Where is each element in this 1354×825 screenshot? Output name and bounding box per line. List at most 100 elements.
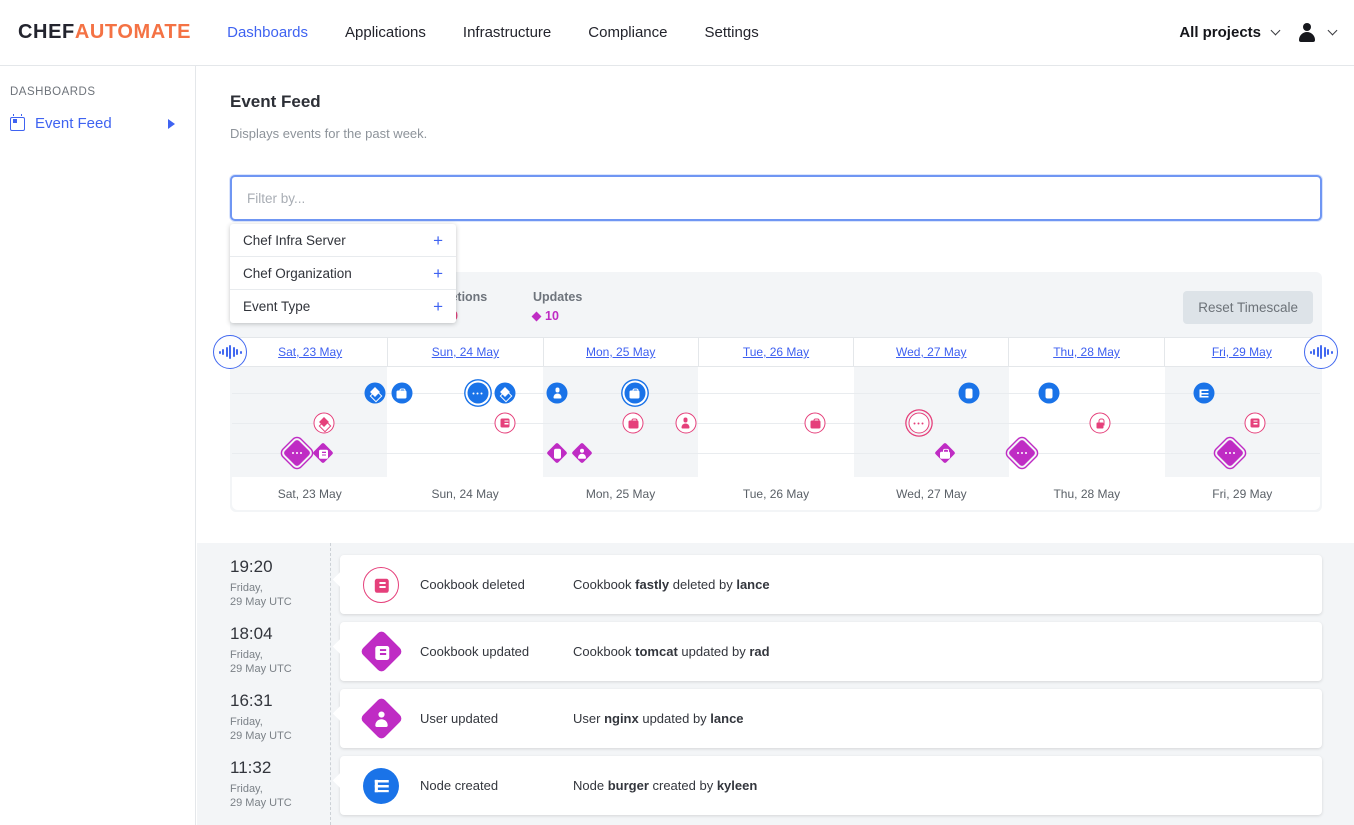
event-card[interactable]: Cookbook updated Cookbook tomcat updated… [340,622,1322,681]
update-event-marker[interactable] [547,442,568,463]
filter-input[interactable] [230,175,1322,221]
day-header-mon[interactable]: Mon, 25 May [543,337,699,367]
delete-event-marker[interactable] [314,413,335,434]
day-footer-thu: Thu, 28 May [1009,477,1164,510]
event-timestamp: 11:32 Friday,29 May UTC [197,756,340,815]
nav-item-dashboards[interactable]: Dashboards [227,24,308,41]
nav-item-settings[interactable]: Settings [705,24,759,41]
chevron-down-icon[interactable] [1328,26,1338,36]
update-event-icon [360,697,404,741]
event-card[interactable]: Cookbook deleted Cookbook fastly deleted… [340,555,1322,614]
day-header-tue[interactable]: Tue, 26 May [698,337,854,367]
delete-event-marker[interactable] [1244,413,1265,434]
chef-automate-logo[interactable]: CHEFAUTOMATE [18,21,191,44]
briefcase-icon [627,417,639,429]
updates-diamond-icon [532,311,542,321]
book-icon [375,579,387,591]
create-event-marker[interactable] [391,383,412,404]
update-event-marker[interactable] [1008,439,1036,467]
day-footer-mon: Mon, 25 May [543,477,698,510]
nav-item-compliance[interactable]: Compliance [588,24,667,41]
person-icon [576,447,588,459]
timescale-handle-left[interactable] [213,335,247,369]
layers-icon [499,387,511,399]
day-header-sun[interactable]: Sun, 24 May [387,337,543,367]
delete-event-marker[interactable] [805,413,826,434]
delete-event-marker[interactable] [495,413,516,434]
day-footer-wed: Wed, 27 May [854,477,1009,510]
plus-icon[interactable]: + [433,265,443,282]
projects-dropdown[interactable]: All projects [1179,24,1261,41]
reset-timescale-button[interactable]: Reset Timescale [1183,291,1313,324]
file-icon [963,387,975,399]
update-event-marker[interactable] [934,442,955,463]
update-event-marker[interactable] [283,439,311,467]
event-row: 18:04 Friday,29 May UTC Cookbook updated… [197,622,1354,681]
briefcase-icon [809,417,821,429]
plus-icon[interactable]: + [433,298,443,315]
book-icon [499,417,511,429]
create-event-marker[interactable] [958,383,979,404]
page-subtitle: Displays events for the past week. [230,126,427,141]
event-card[interactable]: User updated User nginx updated by lance [340,689,1322,748]
event-type-label: Cookbook updated [420,644,529,659]
create-event-marker[interactable] [1039,383,1060,404]
menu-item-event-type[interactable]: Event Type + [230,290,456,323]
list-icon [375,780,387,792]
timeline-day-header: Sat, 23 May Sun, 24 May Mon, 25 May Tue,… [232,337,1320,367]
delete-event-marker[interactable] [623,413,644,434]
stat-updates-label: Updates [533,290,582,304]
day-header-thu[interactable]: Thu, 28 May [1008,337,1164,367]
create-event-marker[interactable] [624,383,645,404]
menu-item-chef-infra-server[interactable]: Chef Infra Server + [230,224,456,257]
briefcase-icon [939,447,951,459]
day-header-sat[interactable]: Sat, 23 May [232,337,388,367]
event-type-label: Node created [420,778,498,793]
plus-icon[interactable]: + [433,232,443,249]
ellipsis-icon [1016,447,1028,459]
create-event-marker[interactable] [364,383,385,404]
day-header-fri[interactable]: Fri, 29 May [1164,337,1320,367]
person-icon [680,417,692,429]
event-row: 16:31 Friday,29 May UTC User updated Use… [197,689,1354,748]
create-event-marker[interactable] [1193,383,1214,404]
event-timestamp: 19:20 Friday,29 May UTC [197,555,340,614]
sidebar: DASHBOARDS Event Feed [0,66,196,825]
briefcase-icon [629,387,641,399]
sidebar-item-event-feed[interactable]: Event Feed [10,115,185,132]
event-description: Cookbook tomcat updated by rad [573,644,770,659]
nav-item-infrastructure[interactable]: Infrastructure [463,24,551,41]
ellipsis-icon [913,417,925,429]
day-footer-sun: Sun, 24 May [387,477,542,510]
update-event-marker[interactable] [1216,439,1244,467]
timeline-day-footer: Sat, 23 May Sun, 24 May Mon, 25 May Tue,… [232,477,1320,510]
create-event-marker[interactable] [547,383,568,404]
delete-event-marker[interactable] [1090,413,1111,434]
user-avatar-icon[interactable] [1296,23,1318,42]
event-timestamp: 18:04 Friday,29 May UTC [197,622,340,681]
event-timestamp: 16:31 Friday,29 May UTC [197,689,340,748]
ellipsis-icon [1224,447,1236,459]
create-event-marker[interactable] [467,383,488,404]
event-feed-list: 19:20 Friday,29 May UTC Cookbook deleted… [197,543,1354,825]
create-event-marker[interactable] [495,383,516,404]
delete-event-marker[interactable] [908,413,929,434]
update-event-marker[interactable] [572,442,593,463]
event-row: 19:20 Friday,29 May UTC Cookbook deleted… [197,555,1354,614]
chevron-down-icon[interactable] [1271,26,1281,36]
create-event-icon [363,768,399,804]
delete-event-marker[interactable] [675,413,696,434]
nav-item-applications[interactable]: Applications [345,24,426,41]
event-card[interactable]: Node created Node burger created by kyle… [340,756,1322,815]
page-title: Event Feed [230,92,321,112]
file-icon [551,447,563,459]
list-icon [1198,387,1210,399]
menu-item-chef-organization[interactable]: Chef Organization + [230,257,456,290]
update-event-marker[interactable] [313,442,334,463]
event-type-label: Cookbook deleted [420,577,525,592]
day-footer-tue: Tue, 26 May [698,477,853,510]
logo-automate: AUTOMATE [75,21,191,43]
day-footer-sat: Sat, 23 May [232,477,387,510]
timescale-handle-right[interactable] [1304,335,1338,369]
day-header-wed[interactable]: Wed, 27 May [853,337,1009,367]
